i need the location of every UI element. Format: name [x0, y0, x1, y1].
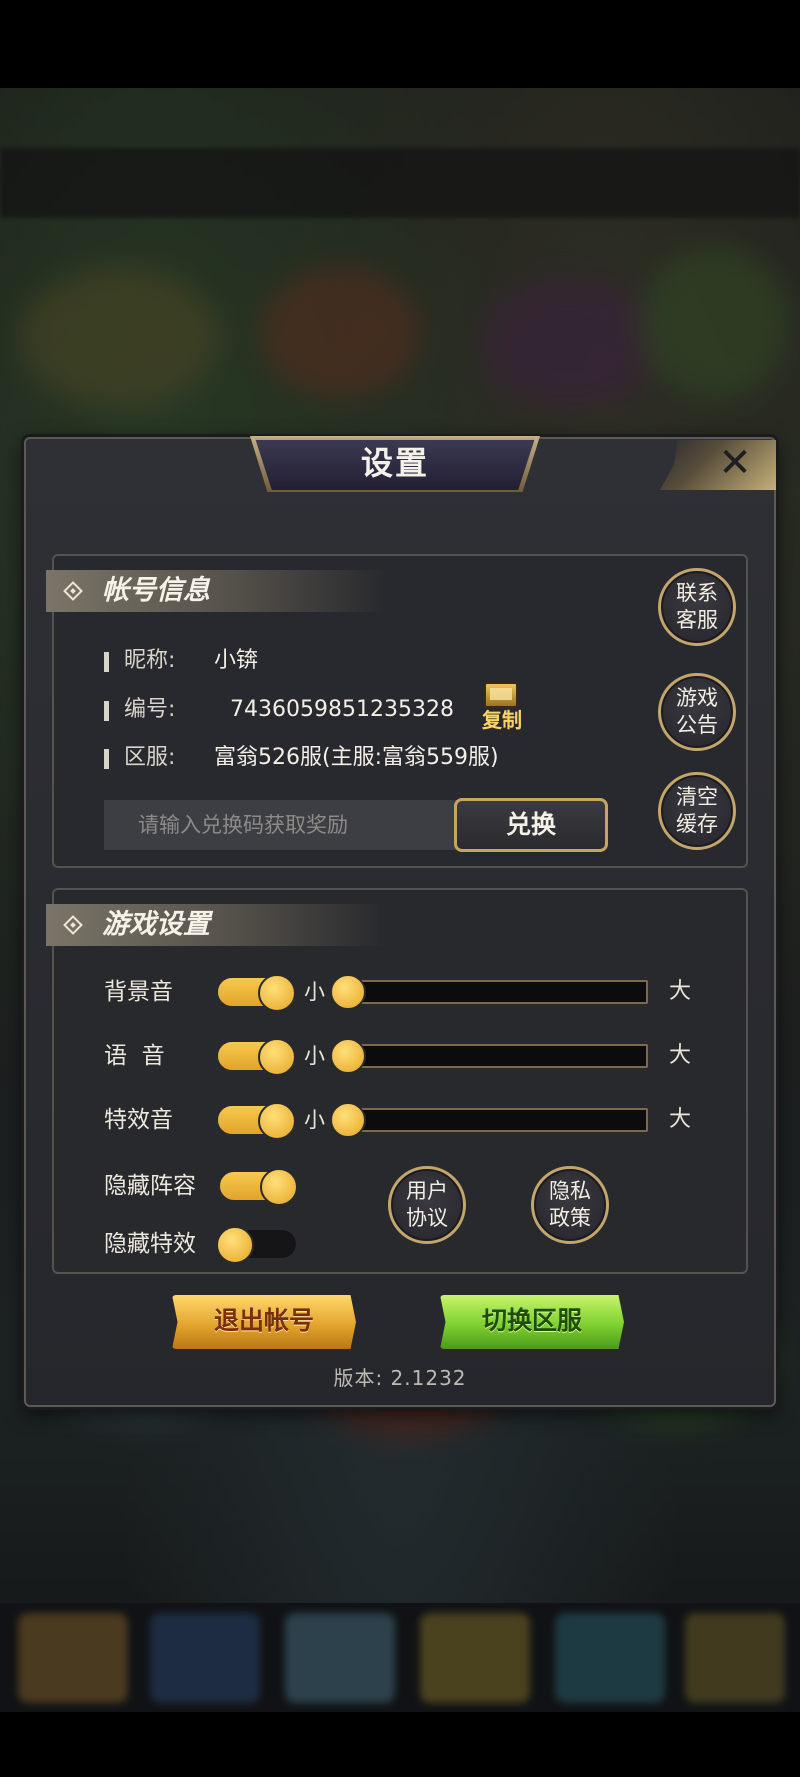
game-settings-section-title: 游戏设置 — [102, 909, 210, 940]
sfx-toggle[interactable] — [216, 1102, 296, 1140]
bgm-label: 背景音 — [104, 979, 173, 1005]
copy-button[interactable]: 复制 — [478, 680, 524, 732]
user-agreement-button[interactable]: 用户 协议 — [388, 1166, 466, 1244]
switch-server-button[interactable]: 切换区服 — [440, 1295, 624, 1349]
account-section-header: 帐号信息 — [46, 570, 386, 612]
row-marker — [104, 749, 109, 769]
row-marker — [104, 652, 109, 672]
nav-bar-area — [0, 1712, 800, 1777]
button-line: 政策 — [549, 1206, 591, 1230]
status-bar-area — [0, 0, 800, 88]
nickname-value: 小锛 — [214, 648, 259, 673]
server-value: 富翁526服(主服:富翁559服) — [214, 745, 499, 770]
nickname-label: 昵称: — [124, 648, 176, 673]
sfx-volume-slider[interactable] — [342, 1108, 648, 1132]
toggle-knob — [258, 1038, 296, 1076]
bgm-volume-slider[interactable] — [342, 980, 648, 1004]
volume-max-label: 大 — [669, 979, 692, 1004]
toggle-knob — [258, 1102, 296, 1140]
hide-effects-label: 隐藏特效 — [104, 1231, 196, 1257]
volume-max-label: 大 — [669, 1107, 692, 1132]
sfx-label: 特效音 — [104, 1107, 173, 1133]
account-section-title: 帐号信息 — [102, 575, 210, 606]
diamond-bullet-icon — [63, 581, 83, 601]
button-line: 客服 — [676, 608, 718, 632]
button-line: 公告 — [676, 713, 718, 737]
volume-min-label: 小 — [304, 980, 325, 1004]
sfx-volume-handle[interactable] — [330, 1102, 366, 1138]
game-announcement-button[interactable]: 游戏 公告 — [658, 673, 736, 751]
hide-effects-toggle[interactable] — [216, 1226, 298, 1264]
button-line: 隐私 — [549, 1179, 591, 1203]
button-line: 联系 — [676, 581, 718, 605]
logout-button[interactable]: 退出帐号 — [172, 1295, 356, 1349]
dialog-title: 设置 — [360, 444, 429, 482]
volume-min-label: 小 — [304, 1108, 325, 1132]
voice-volume-slider[interactable] — [342, 1044, 648, 1068]
bgm-toggle[interactable] — [216, 974, 296, 1012]
version-text: 版本: 2.1232 — [333, 1366, 467, 1390]
toggle-knob — [260, 1168, 298, 1206]
server-label: 区服: — [124, 745, 176, 770]
toggle-knob — [216, 1226, 254, 1264]
button-line: 清空 — [676, 785, 718, 809]
clear-cache-button[interactable]: 清空 缓存 — [658, 772, 736, 850]
voice-volume-handle[interactable] — [330, 1038, 366, 1074]
close-icon[interactable]: ✕ — [710, 438, 760, 488]
hide-lineup-label: 隐藏阵容 — [104, 1173, 196, 1199]
button-line: 游戏 — [676, 686, 718, 710]
voice-label: 语 音 — [104, 1043, 165, 1069]
volume-min-label: 小 — [304, 1044, 325, 1068]
id-value: 7436059851235328 — [230, 697, 454, 722]
row-marker — [104, 701, 109, 721]
toggle-knob — [258, 974, 296, 1012]
voice-toggle[interactable] — [216, 1038, 296, 1076]
button-line: 缓存 — [676, 812, 718, 836]
contact-support-button[interactable]: 联系 客服 — [658, 568, 736, 646]
id-label: 编号: — [124, 697, 176, 722]
privacy-policy-button[interactable]: 隐私 政策 — [531, 1166, 609, 1244]
button-line: 协议 — [406, 1206, 448, 1230]
volume-max-label: 大 — [669, 1043, 692, 1068]
button-line: 用户 — [406, 1179, 448, 1203]
redeem-button[interactable]: 兑换 — [454, 798, 608, 852]
hide-lineup-toggle[interactable] — [218, 1168, 298, 1206]
copy-label: 复制 — [482, 708, 522, 732]
game-settings-section-header: 游戏设置 — [46, 904, 386, 946]
redeem-code-input[interactable] — [104, 800, 464, 850]
diamond-bullet-icon — [63, 915, 83, 935]
bgm-volume-handle[interactable] — [330, 974, 366, 1010]
